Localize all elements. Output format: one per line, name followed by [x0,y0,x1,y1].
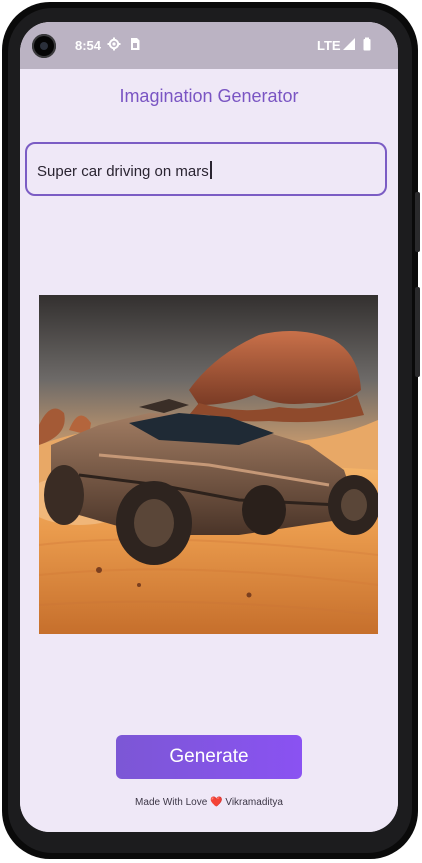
settings-gear-icon [107,37,121,51]
status-time: 8:54 [75,38,102,53]
heart-icon: ❤️ [210,797,223,808]
footer-credit: Made With Love ❤️ Vikramaditya [20,797,398,808]
screen: 8:54 LTE Imagination Generator Super car… [20,22,398,832]
status-bar: 8:54 LTE [20,22,398,69]
generated-image-art [39,295,378,634]
front-camera [32,34,56,58]
generate-button[interactable]: Generate [116,735,302,779]
network-type: LTE [317,38,341,53]
power-button [415,192,420,252]
text-caret [209,161,212,179]
prompt-input-text-wrap: Super car driving on mars [37,161,212,180]
app-title: Imagination Generator [119,86,299,106]
generated-image [39,295,378,634]
app-content: Imagination Generator Super car driving … [20,69,398,832]
prompt-input-value: Super car driving on mars [37,163,209,180]
footer-prefix: Made With Love [135,797,208,808]
sim-card-icon [131,38,140,50]
battery-icon [363,37,371,51]
footer-author: Vikramaditya [225,797,283,808]
prompt-input[interactable]: Super car driving on mars [25,142,387,196]
signal-icon [343,38,355,50]
volume-button [415,287,420,377]
